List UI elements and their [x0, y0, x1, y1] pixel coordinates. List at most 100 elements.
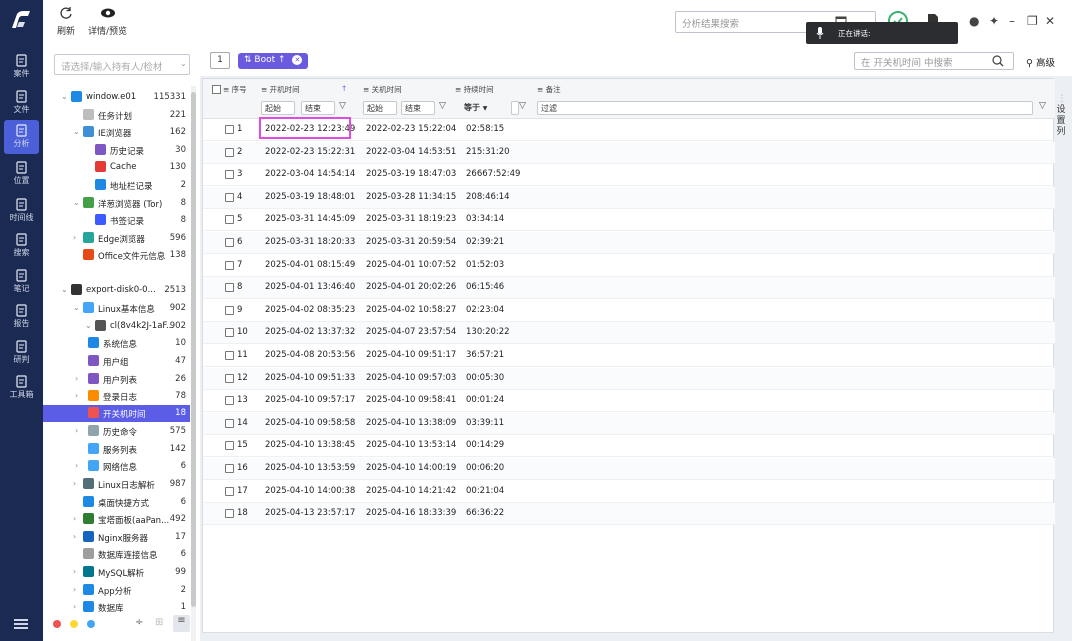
- user-icon[interactable]: ●: [969, 14, 979, 28]
- chevron-down-icon[interactable]: ⌄: [61, 92, 69, 101]
- tree-scrollbar[interactable]: [191, 86, 196, 641]
- yellow-dot-icon[interactable]: [70, 620, 78, 628]
- row-checkbox[interactable]: [225, 464, 234, 473]
- cell-boot-time[interactable]: 2022-02-23 15:22:31: [265, 147, 355, 157]
- cell-shutdown-time[interactable]: 2025-04-01 20:02:26: [366, 282, 456, 292]
- chevron-right-icon[interactable]: ›: [75, 461, 83, 470]
- nav-item-4[interactable]: 时间线: [0, 194, 43, 228]
- tree-item[interactable]: 任务计划 221: [43, 107, 190, 124]
- tag-number-button[interactable]: 1: [210, 52, 230, 69]
- cell-shutdown-time[interactable]: 2025-03-31 18:19:23: [366, 214, 456, 224]
- chevron-right-icon[interactable]: ›: [73, 514, 81, 523]
- cell-duration[interactable]: 215:31:20: [466, 147, 510, 157]
- nav-item-7[interactable]: 报告: [0, 300, 43, 334]
- cell-boot-time[interactable]: 2025-04-13 23:57:17: [265, 508, 355, 518]
- cell-duration[interactable]: 00:01:24: [466, 395, 504, 405]
- cell-shutdown-time[interactable]: 2025-04-10 09:51:17: [366, 350, 456, 360]
- tree-item[interactable]: › Nginx服务器 17: [43, 529, 190, 546]
- menu-icon[interactable]: [13, 617, 29, 631]
- row-checkbox[interactable]: [225, 418, 234, 428]
- tree-item[interactable]: › Linux日志解析 987: [43, 476, 190, 493]
- table-row[interactable]: 7 2025-04-01 08:15:49 2025-04-01 10:07:52 0…: [203, 255, 1055, 277]
- restore-icon[interactable]: ❐: [1027, 14, 1038, 28]
- cell-duration[interactable]: 130:20:22: [466, 327, 510, 337]
- select-all-checkbox[interactable]: [212, 85, 221, 94]
- cell-duration[interactable]: 00:14:29: [466, 440, 504, 450]
- nav-item-0[interactable]: 案件: [0, 50, 43, 84]
- table-row[interactable]: 4 2025-03-19 18:48:01 2025-03-28 11:34:15 2…: [203, 186, 1055, 209]
- tree-item[interactable]: Cache 130: [43, 159, 190, 176]
- col-boot-header[interactable]: ≡ 开机时间: [261, 84, 300, 95]
- sort-asc-icon[interactable]: ↑: [341, 84, 347, 93]
- row-checkbox[interactable]: [225, 260, 234, 270]
- chevron-right-icon[interactable]: ›: [75, 391, 83, 400]
- cell-shutdown-time[interactable]: 2025-03-28 11:34:15: [366, 192, 456, 202]
- cell-duration[interactable]: 00:06:20: [466, 463, 504, 473]
- cell-shutdown-time[interactable]: 2025-03-19 18:47:03: [366, 169, 456, 179]
- tree-item[interactable]: › App分析 2: [43, 582, 190, 599]
- cell-boot-time[interactable]: 2025-03-31 14:45:09: [265, 214, 355, 224]
- cell-duration[interactable]: 03:34:14: [466, 214, 504, 224]
- table-row[interactable]: 11 2025-04-08 20:53:56 2025-04-10 09:51:17…: [203, 345, 1055, 367]
- table-row[interactable]: 13 2025-04-10 09:57:17 2025-04-10 09:58:41…: [203, 390, 1055, 413]
- shutdown-filter-icon[interactable]: ▽: [439, 101, 446, 111]
- nav-item-9[interactable]: 工具箱: [0, 371, 43, 405]
- row-checkbox[interactable]: [225, 215, 234, 225]
- col-note-header[interactable]: ≡ 备注: [537, 84, 561, 95]
- refresh-button[interactable]: 刷新: [57, 6, 75, 37]
- cell-duration[interactable]: 00:05:30: [466, 373, 504, 383]
- duration-eq-select[interactable]: 等于 ▼: [461, 101, 509, 115]
- row-checkbox[interactable]: [225, 396, 234, 406]
- cell-boot-time[interactable]: 2025-03-19 18:48:01: [265, 192, 355, 202]
- cell-shutdown-time[interactable]: 2025-04-10 14:00:19: [366, 463, 456, 473]
- table-row[interactable]: 2 2022-02-23 15:22:31 2022-03-04 14:53:51 2…: [203, 141, 1055, 164]
- cell-duration[interactable]: 02:23:04: [466, 305, 504, 315]
- row-checkbox[interactable]: [225, 328, 234, 338]
- col-seq-header[interactable]: ≡ 序号: [223, 84, 247, 95]
- nav-item-3[interactable]: 位置: [0, 157, 43, 191]
- list-view-icon[interactable]: ≡: [173, 615, 190, 632]
- tree-item[interactable]: ⌄ cl(8v4k2J-1aF... 902: [43, 318, 190, 335]
- tree-item[interactable]: 系统信息 10: [43, 335, 190, 352]
- cell-shutdown-time[interactable]: 2025-04-10 14:21:42: [366, 486, 456, 496]
- cell-shutdown-time[interactable]: 2022-02-23 15:22:04: [366, 124, 456, 134]
- shutdown-end-filter[interactable]: 结束: [401, 101, 435, 115]
- cell-duration[interactable]: 03:39:11: [466, 418, 504, 428]
- cell-boot-time[interactable]: 2025-04-10 09:51:33: [265, 373, 355, 383]
- cell-duration[interactable]: 66:36:22: [466, 508, 504, 518]
- row-checkbox[interactable]: [225, 486, 234, 496]
- cell-boot-time[interactable]: 2025-04-10 13:38:45: [265, 440, 355, 450]
- chevron-right-icon[interactable]: ›: [73, 567, 81, 576]
- close-icon[interactable]: ✕: [1045, 14, 1055, 28]
- row-checkbox[interactable]: [225, 125, 234, 134]
- cell-shutdown-time[interactable]: 2022-03-04 14:53:51: [366, 147, 456, 157]
- tree-item[interactable]: ⌄ 洋葱浏览器 (Tor) 8: [43, 195, 190, 212]
- chevron-down-icon[interactable]: ⌄: [180, 59, 187, 68]
- row-checkbox[interactable]: [225, 283, 234, 293]
- chevron-right-icon[interactable]: ›: [73, 602, 81, 611]
- cell-duration[interactable]: 06:15:46: [466, 282, 504, 292]
- table-row[interactable]: 17 2025-04-10 14:00:38 2025-04-10 14:21:42…: [203, 481, 1055, 503]
- tree-item[interactable]: ⌄ export-disk0-0... 2513: [43, 282, 190, 299]
- row-checkbox[interactable]: [225, 170, 234, 180]
- chevron-right-icon[interactable]: ›: [75, 426, 83, 435]
- table-row[interactable]: 3 2022-03-04 14:54:14 2025-03-19 18:47:03 2…: [203, 164, 1055, 187]
- chevron-right-icon[interactable]: ›: [73, 479, 81, 488]
- cell-shutdown-time[interactable]: 2025-04-10 09:57:03: [366, 373, 456, 383]
- red-dot-icon[interactable]: [53, 620, 61, 628]
- cell-shutdown-time[interactable]: 2025-04-10 09:58:41: [366, 395, 456, 405]
- cell-boot-time[interactable]: 2025-04-02 08:35:23: [265, 305, 355, 315]
- tree-item[interactable]: 开关机时间 18: [43, 405, 190, 422]
- table-row[interactable]: 5 2025-03-31 14:45:09 2025-03-31 18:19:23 0…: [203, 209, 1055, 232]
- tree-item[interactable]: › Edge浏览器 596: [43, 230, 190, 247]
- tree-scrollbar-thumb[interactable]: [191, 92, 196, 607]
- tree-item[interactable]: ⌄ IE浏览器 162: [43, 124, 190, 141]
- tree-item[interactable]: 桌面快捷方式 6: [43, 494, 190, 511]
- holder-select-input[interactable]: 请选择/输入持有人/检材: [54, 54, 190, 75]
- row-checkbox[interactable]: [225, 509, 234, 519]
- cell-duration[interactable]: 02:58:15: [466, 124, 504, 134]
- cell-shutdown-time[interactable]: 2025-03-31 20:59:54: [366, 237, 456, 247]
- cell-shutdown-time[interactable]: 2025-04-10 13:38:09: [366, 418, 456, 428]
- table-row[interactable]: 16 2025-04-10 13:53:59 2025-04-10 14:00:19…: [203, 458, 1055, 480]
- cell-boot-time[interactable]: 2022-03-04 14:54:14: [265, 169, 355, 179]
